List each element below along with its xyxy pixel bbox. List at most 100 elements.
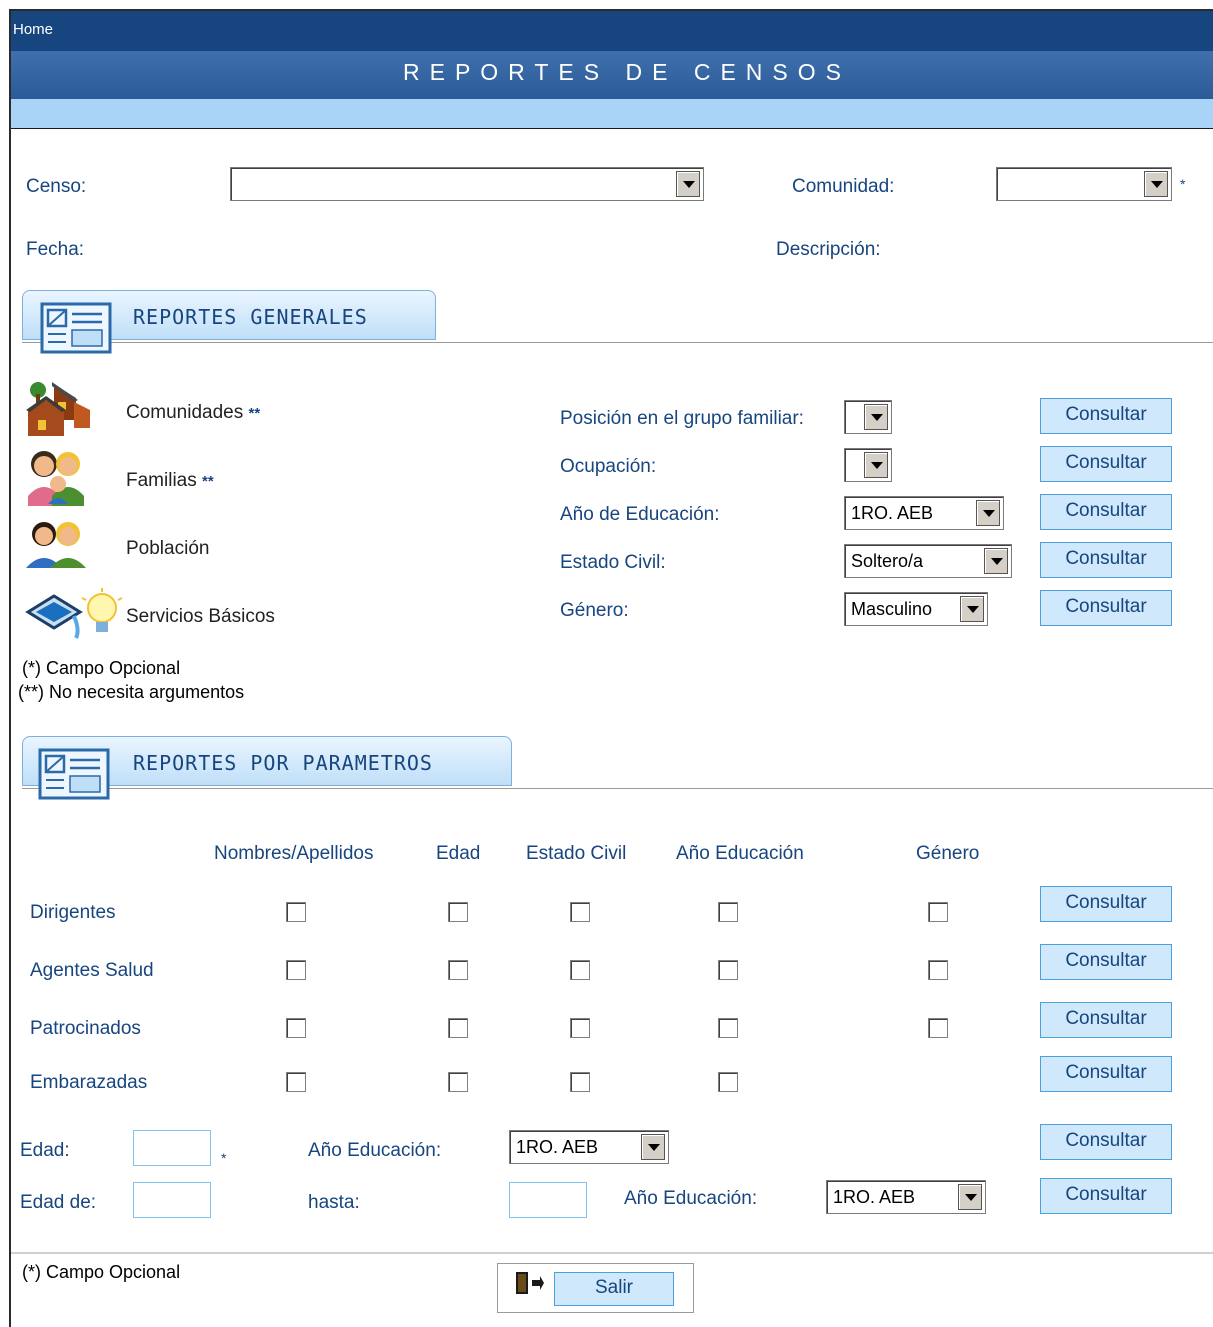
posicion-select[interactable] — [844, 400, 892, 434]
edad-input[interactable] — [133, 1130, 211, 1166]
query-label-posicion: Posición en el grupo familiar: — [560, 408, 804, 429]
anio-educacion-label: Año Educación: — [308, 1140, 442, 1161]
checkbox[interactable] — [570, 1018, 590, 1038]
anio-educacion-label: Año Educación: — [624, 1188, 758, 1209]
required-mark: * — [1180, 176, 1186, 192]
checkbox[interactable] — [928, 1018, 948, 1038]
chevron-down-icon[interactable] — [984, 548, 1008, 574]
comunidad-select[interactable] — [996, 167, 1172, 201]
consultar-button[interactable]: Consultar — [1040, 542, 1172, 578]
sub-header-bar — [11, 99, 1213, 129]
checkbox[interactable] — [286, 960, 306, 980]
general-item-servicios[interactable]: Servicios Básicos — [126, 606, 275, 628]
home-link[interactable]: Home — [13, 21, 53, 38]
query-label-anio: Año de Educación: — [560, 504, 720, 525]
houses-icon — [26, 382, 90, 436]
checkbox[interactable] — [718, 902, 738, 922]
column-header: Género — [916, 843, 980, 864]
chevron-down-icon[interactable] — [641, 1134, 665, 1160]
checkbox[interactable] — [286, 1072, 306, 1092]
fecha-label: Fecha: — [26, 239, 85, 260]
page-title: REPORTES DE CENSOS — [403, 59, 851, 85]
chevron-down-icon[interactable] — [958, 1184, 982, 1210]
population-icon — [26, 522, 86, 568]
row-label-patrocinados: Patrocinados — [30, 1018, 141, 1039]
family-icon — [28, 451, 84, 506]
chevron-down-icon[interactable] — [864, 404, 888, 430]
chevron-down-icon[interactable] — [960, 596, 984, 622]
section-divider — [22, 788, 1213, 789]
chevron-down-icon[interactable] — [676, 171, 700, 197]
checkbox[interactable] — [718, 1072, 738, 1092]
consultar-button[interactable]: Consultar — [1040, 1178, 1172, 1214]
title-bar: REPORTES DE CENSOS — [11, 51, 1213, 99]
row-label-embarazadas: Embarazadas — [30, 1072, 148, 1093]
column-header: Nombres/Apellidos — [214, 843, 374, 864]
consultar-button[interactable]: Consultar — [1040, 494, 1172, 530]
footer-note: (*) Campo Opcional — [22, 1262, 181, 1282]
note-optional: (*) Campo Opcional — [22, 658, 181, 678]
consultar-button[interactable]: Consultar — [1040, 1124, 1172, 1160]
anio-educacion-select[interactable]: 1RO. AEB — [509, 1130, 669, 1164]
checkbox[interactable] — [928, 960, 948, 980]
checkbox[interactable] — [718, 1018, 738, 1038]
checkbox[interactable] — [928, 902, 948, 922]
consultar-button[interactable]: Consultar — [1040, 1002, 1172, 1038]
top-nav-bar: Home — [11, 11, 1213, 51]
section-title: REPORTES GENERALES — [133, 305, 368, 329]
checkbox[interactable] — [286, 902, 306, 922]
chevron-down-icon[interactable] — [864, 452, 888, 478]
query-label-estado: Estado Civil: — [560, 552, 666, 573]
checkbox[interactable] — [570, 960, 590, 980]
general-item-comunidades[interactable]: Comunidades ** — [126, 402, 260, 424]
exit-door-icon — [516, 1272, 544, 1294]
query-label-ocupacion: Ocupación: — [560, 456, 657, 477]
consultar-button[interactable]: Consultar — [1040, 1056, 1172, 1092]
checkbox[interactable] — [448, 1072, 468, 1092]
anio-educacion-select[interactable]: 1RO. AEB — [844, 496, 1004, 530]
comunidad-label: Comunidad: — [792, 176, 895, 197]
report-icon — [40, 302, 112, 354]
checkbox[interactable] — [448, 1018, 468, 1038]
checkbox[interactable] — [718, 960, 738, 980]
row-label-dirigentes: Dirigentes — [30, 902, 116, 923]
query-label-genero: Género: — [560, 600, 629, 621]
edad-hasta-input[interactable] — [509, 1182, 587, 1218]
column-header: Estado Civil — [526, 843, 627, 864]
chevron-down-icon[interactable] — [976, 500, 1000, 526]
ocupacion-select[interactable] — [844, 448, 892, 482]
descripcion-label: Descripción: — [776, 239, 881, 260]
consultar-button[interactable]: Consultar — [1040, 944, 1172, 980]
consultar-button[interactable]: Consultar — [1040, 446, 1172, 482]
checkbox[interactable] — [448, 960, 468, 980]
section-title: REPORTES POR PARAMETROS — [133, 751, 433, 775]
anio-educacion-select[interactable]: 1RO. AEB — [826, 1180, 986, 1214]
exit-panel: Salir — [497, 1263, 694, 1313]
checkbox[interactable] — [570, 1072, 590, 1092]
consultar-button[interactable]: Consultar — [1040, 398, 1172, 434]
column-header: Año Educación — [676, 843, 804, 864]
general-item-familias[interactable]: Familias ** — [126, 470, 214, 492]
consultar-button[interactable]: Consultar — [1040, 886, 1172, 922]
checkbox[interactable] — [570, 902, 590, 922]
genero-select[interactable]: Masculino — [844, 592, 988, 626]
censo-label: Censo: — [26, 176, 87, 197]
estado-civil-select[interactable]: Soltero/a — [844, 544, 1012, 578]
report-icon — [38, 748, 110, 800]
hasta-label: hasta: — [308, 1192, 360, 1213]
row-label-agentes: Agentes Salud — [30, 960, 154, 981]
salir-button[interactable]: Salir — [554, 1272, 674, 1306]
edad-label: Edad: — [20, 1140, 70, 1161]
chevron-down-icon[interactable] — [1144, 171, 1168, 197]
censo-select[interactable] — [230, 167, 704, 201]
footer-divider — [11, 1252, 1213, 1254]
water-light-icon — [25, 588, 123, 639]
edad-de-label: Edad de: — [20, 1192, 97, 1213]
checkbox[interactable] — [448, 902, 468, 922]
checkbox[interactable] — [286, 1018, 306, 1038]
edad-desde-input[interactable] — [133, 1182, 211, 1218]
section-divider — [22, 342, 1213, 343]
column-header: Edad — [436, 843, 481, 864]
consultar-button[interactable]: Consultar — [1040, 590, 1172, 626]
general-item-poblacion[interactable]: Población — [126, 538, 209, 560]
